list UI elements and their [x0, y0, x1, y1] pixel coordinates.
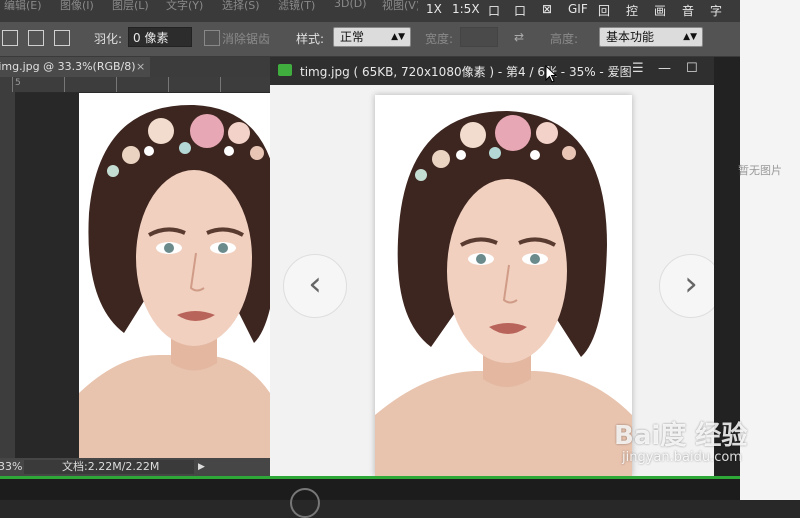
- right-dark-strip: [714, 57, 740, 476]
- menu-3d[interactable]: 3D(D): [334, 0, 367, 10]
- ruler-tick: [168, 77, 169, 92]
- menu-icon[interactable]: ☰: [632, 61, 644, 76]
- control-button[interactable]: 控: [626, 2, 638, 19]
- viewer-toolbar: 1X 1:5X 口 口 ⊠ GIF 回 控 画 音 字: [418, 0, 740, 22]
- viewer-titlebar: timg.jpg ( 65KB, 720x1080像素 ) - 第4 / 6张 …: [270, 57, 714, 85]
- baidu-watermark: Bai度 经验: [614, 421, 748, 451]
- menu-type[interactable]: 文字(Y): [166, 0, 203, 13]
- swap-icon[interactable]: ⇄: [514, 30, 524, 44]
- maximize-icon[interactable]: ☐: [686, 61, 698, 76]
- prev-image-button[interactable]: ‹: [283, 254, 347, 318]
- chevron-down-icon: ▲▼: [683, 32, 697, 42]
- doc-tab[interactable]: timg.jpg @ 33.3%(RGB/8) ×: [0, 57, 150, 77]
- new-selection-icon[interactable]: [2, 30, 18, 46]
- ps-options-bar: 羽化: 0 像素 消除锯齿 样式: 正常 ▲▼ 宽度: ⇄ 高度: 基本功能 ▲▼: [0, 22, 740, 57]
- progress-line: [0, 476, 740, 479]
- ruler-tick: [116, 77, 117, 92]
- zoom-15x-button[interactable]: 1:5X: [452, 2, 480, 16]
- zoom-1x-button[interactable]: 1X: [426, 2, 442, 16]
- chevron-left-icon: ‹: [308, 264, 322, 304]
- feather-input[interactable]: 0 像素: [128, 27, 192, 47]
- play-button[interactable]: [290, 488, 320, 518]
- status-arrow-icon[interactable]: ▶: [198, 458, 205, 476]
- crop-button[interactable]: ⊠: [542, 2, 552, 16]
- menu-filter[interactable]: 滤镜(T): [278, 0, 315, 13]
- fit-button[interactable]: 口: [488, 2, 500, 19]
- doc-info: 文档:2.22M/2.22M: [62, 460, 160, 473]
- height-label: 高度:: [550, 32, 579, 46]
- chevron-down-icon: ▲▼: [391, 32, 405, 42]
- menu-view[interactable]: 视图(V): [382, 0, 420, 13]
- doc-tab-label: timg.jpg @ 33.3%(RGB/8): [0, 60, 136, 73]
- ruler-tick: [64, 77, 65, 92]
- image-icon: [278, 64, 292, 76]
- paint-button[interactable]: 画: [654, 2, 666, 19]
- intersect-selection-icon[interactable]: [54, 30, 70, 46]
- close-icon[interactable]: ×: [136, 57, 145, 77]
- workspace-select-value: 基本功能: [606, 30, 655, 44]
- minimize-icon[interactable]: —: [658, 61, 671, 76]
- bottom-bar: [0, 476, 740, 500]
- ruler-tick: [12, 77, 13, 92]
- fullscreen-button[interactable]: 口: [514, 2, 526, 19]
- antialias-checkbox[interactable]: [204, 30, 220, 46]
- feather-label: 羽化:: [94, 32, 123, 46]
- gif-button[interactable]: GIF: [568, 2, 588, 16]
- style-label: 样式:: [296, 32, 325, 46]
- width-label: 宽度:: [425, 32, 454, 46]
- audio-button[interactable]: 音: [682, 2, 694, 19]
- menu-select[interactable]: 选择(S): [222, 0, 260, 13]
- workspace-select[interactable]: 基本功能 ▲▼: [599, 27, 703, 47]
- width-input[interactable]: [460, 27, 498, 47]
- portrait-image: [79, 93, 270, 458]
- no-image-text: 暂无图片: [738, 164, 782, 177]
- menu-edit[interactable]: 编辑(E): [4, 0, 42, 13]
- ps-canvas[interactable]: [79, 93, 270, 458]
- horizontal-ruler: 5: [0, 77, 270, 93]
- zoom-level[interactable]: 33%: [0, 458, 22, 476]
- style-select-value: 正常: [340, 30, 365, 44]
- baidu-watermark-url: jingyan.baidu.com: [622, 450, 742, 465]
- mouse-cursor-icon: [545, 65, 557, 83]
- add-selection-icon[interactable]: [28, 30, 44, 46]
- menu-image[interactable]: 图像(I): [60, 0, 94, 13]
- right-panel: [740, 0, 800, 500]
- ruler-tick: [220, 77, 221, 92]
- portrait-image: [375, 95, 632, 476]
- viewer-image-frame: [375, 95, 632, 476]
- style-select[interactable]: 正常 ▲▼: [333, 27, 411, 47]
- ps-statusbar: 33% 文档:2.22M/2.22M ▶: [0, 458, 270, 476]
- ruler-label: 5: [15, 78, 21, 88]
- viewer-title: timg.jpg ( 65KB, 720x1080像素 ) - 第4 / 6张 …: [300, 65, 632, 79]
- text-button[interactable]: 字: [710, 2, 722, 19]
- vertical-ruler: [0, 92, 15, 458]
- antialias-label: 消除锯齿: [222, 32, 271, 46]
- window-button[interactable]: 回: [598, 2, 610, 19]
- menu-layer[interactable]: 图层(L): [112, 0, 149, 13]
- chevron-right-icon: ›: [684, 264, 698, 304]
